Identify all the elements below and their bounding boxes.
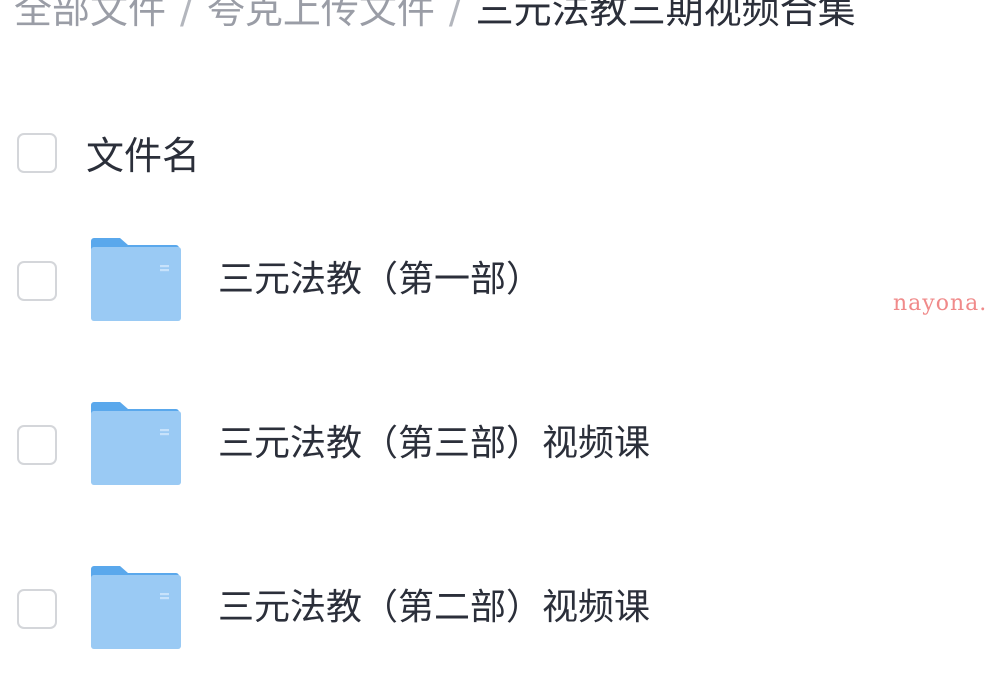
- breadcrumb-separator: /: [448, 0, 462, 32]
- watermark-text: nayona.: [893, 291, 988, 316]
- row-checkbox[interactable]: [17, 261, 57, 301]
- row-checkbox[interactable]: [17, 425, 57, 465]
- breadcrumb-current-folder: 三元法教三期视频合集: [475, 0, 856, 32]
- file-list-header: 文件名: [0, 128, 1000, 184]
- file-row[interactable]: 三元法教（第二部）视频课: [0, 564, 1000, 654]
- file-name[interactable]: 三元法教（第三部）视频课: [218, 414, 650, 474]
- folder-icon: [90, 400, 182, 486]
- breadcrumb: 全部文件 / 夸克上传文件 / 三元法教三期视频合集: [14, 0, 856, 40]
- breadcrumb-separator: /: [180, 0, 193, 32]
- file-row[interactable]: 三元法教（第三部）视频课: [0, 400, 1000, 490]
- row-checkbox[interactable]: [17, 589, 57, 629]
- folder-icon: [90, 236, 182, 322]
- file-name[interactable]: 三元法教（第二部）视频课: [218, 578, 650, 638]
- breadcrumb-all-files[interactable]: 全部文件: [14, 0, 166, 40]
- file-name[interactable]: 三元法教（第一部）: [218, 250, 542, 310]
- select-all-checkbox[interactable]: [17, 133, 57, 173]
- breadcrumb-quark-uploads[interactable]: 夸克上传文件: [207, 0, 435, 40]
- column-header-file-name[interactable]: 文件名: [86, 128, 200, 184]
- folder-icon: [90, 564, 182, 650]
- file-row[interactable]: 三元法教（第一部）: [0, 236, 1000, 326]
